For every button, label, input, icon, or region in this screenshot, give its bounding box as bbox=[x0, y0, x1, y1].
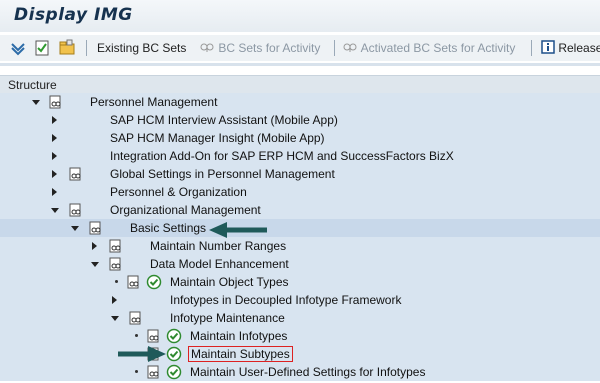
leaf-bullet bbox=[115, 280, 118, 283]
expand-toggle[interactable] bbox=[52, 152, 57, 160]
expand-toggle[interactable] bbox=[51, 208, 59, 213]
tree-node-maintain-subtypes[interactable]: Maintain Subtypes bbox=[0, 345, 600, 363]
leaf-bullet bbox=[135, 370, 138, 373]
document-icon[interactable] bbox=[128, 311, 142, 328]
tree-node-basic-settings[interactable]: Basic Settings bbox=[0, 219, 600, 237]
structure-header-label: Structure bbox=[8, 78, 57, 92]
execute-icon[interactable] bbox=[33, 35, 51, 61]
tree-node-label: SAP HCM Interview Assistant (Mobile App) bbox=[110, 113, 338, 127]
tree-node-maintain-number-ranges[interactable]: Maintain Number Ranges bbox=[0, 237, 600, 255]
title-bar: Display IMG bbox=[0, 0, 600, 32]
tree-node-global-settings[interactable]: Global Settings in Personnel Management bbox=[0, 165, 600, 183]
toolbar-divider bbox=[0, 63, 600, 66]
tree-node-label: Maintain Infotypes bbox=[190, 329, 288, 343]
tree-node-maintain-infotypes[interactable]: Maintain Infotypes bbox=[0, 327, 600, 345]
img-structure-tree: Personnel Management SAP HCM Interview A… bbox=[0, 93, 600, 381]
expand-toggle[interactable] bbox=[32, 100, 40, 105]
tree-node-maintain-object-types[interactable]: Maintain Object Types bbox=[0, 273, 600, 291]
leaf-bullet bbox=[135, 334, 138, 337]
tree-node-infotypes-decoupled-framework[interactable]: Infotypes in Decoupled Infotype Framewor… bbox=[0, 291, 600, 309]
activated-bc-sets-button[interactable]: Activated BC Sets for Activity bbox=[342, 35, 515, 61]
expand-toggle[interactable] bbox=[91, 262, 99, 267]
toolbar-separator bbox=[86, 40, 87, 56]
tree-node-label: Personnel Management bbox=[90, 95, 218, 109]
tree-node-label: Global Settings in Personnel Management bbox=[110, 167, 335, 181]
document-icon[interactable] bbox=[126, 275, 140, 292]
tree-column-header: Structure bbox=[0, 75, 600, 95]
existing-bc-sets-button[interactable]: Existing BC Sets bbox=[97, 35, 186, 61]
document-icon[interactable] bbox=[146, 329, 160, 346]
tree-node-integration-add-on[interactable]: Integration Add-On for SAP ERP HCM and S… bbox=[0, 147, 600, 165]
tree-node-label: SAP HCM Manager Insight (Mobile App) bbox=[110, 131, 325, 145]
tree-node-label: Data Model Enhancement bbox=[150, 257, 289, 271]
tree-node-sap-hcm-manager-insight[interactable]: SAP HCM Manager Insight (Mobile App) bbox=[0, 129, 600, 147]
annotation-arrow-right bbox=[118, 345, 168, 366]
tree-node-label: Maintain User-Defined Settings for Infot… bbox=[190, 365, 426, 379]
info-icon bbox=[541, 40, 558, 57]
tree-node-infotype-maintenance[interactable]: Infotype Maintenance bbox=[0, 309, 600, 327]
bc-set-icon bbox=[342, 43, 361, 57]
document-icon[interactable] bbox=[68, 203, 82, 220]
tree-node-maintain-user-defined-settings[interactable]: Maintain User-Defined Settings for Infot… bbox=[0, 363, 600, 381]
expand-toggle[interactable] bbox=[112, 296, 117, 304]
tree-node-label: Infotype Maintenance bbox=[170, 311, 285, 325]
toolbar-separator bbox=[531, 40, 532, 56]
release-notes-button[interactable]: Release bbox=[541, 35, 600, 61]
document-icon[interactable] bbox=[108, 257, 122, 274]
folder-icon[interactable] bbox=[58, 35, 76, 61]
bc-sets-for-activity-button[interactable]: BC Sets for Activity bbox=[199, 35, 320, 61]
document-icon[interactable] bbox=[146, 365, 160, 382]
window-title: Display IMG bbox=[14, 5, 133, 25]
expand-toggle[interactable] bbox=[52, 188, 57, 196]
tree-node-personnel-organization[interactable]: Personnel & Organization bbox=[0, 183, 600, 201]
tree-node-label: Basic Settings bbox=[130, 221, 207, 235]
tree-node-label: Integration Add-On for SAP ERP HCM and S… bbox=[110, 149, 454, 163]
document-icon[interactable] bbox=[68, 167, 82, 184]
expand-toggle[interactable] bbox=[52, 170, 57, 178]
expand-toggle[interactable] bbox=[111, 316, 119, 321]
document-icon[interactable] bbox=[108, 239, 122, 256]
toolbar-separator bbox=[334, 40, 335, 56]
tree-node-label: Maintain Object Types bbox=[170, 275, 289, 289]
expand-toggle[interactable] bbox=[52, 134, 57, 142]
tree-node-label: Maintain Subtypes bbox=[188, 346, 293, 362]
bc-set-icon bbox=[199, 43, 218, 57]
tree-node-label: Infotypes in Decoupled Infotype Framewor… bbox=[170, 293, 402, 307]
tree-node-sap-hcm-interview-assistant[interactable]: SAP HCM Interview Assistant (Mobile App) bbox=[0, 111, 600, 129]
document-icon[interactable] bbox=[88, 221, 102, 238]
tree-node-organizational-management[interactable]: Organizational Management bbox=[0, 201, 600, 219]
tree-node-label: Organizational Management bbox=[110, 203, 261, 217]
expand-toggle[interactable] bbox=[52, 116, 57, 124]
tree-node-data-model-enhancement[interactable]: Data Model Enhancement bbox=[0, 255, 600, 273]
annotation-arrow-left bbox=[207, 221, 269, 242]
document-icon[interactable] bbox=[48, 95, 62, 112]
choose-icon[interactable] bbox=[10, 35, 26, 61]
application-toolbar: Existing BC Sets BC Sets for Activity Ac… bbox=[0, 35, 600, 61]
expand-toggle[interactable] bbox=[92, 242, 97, 250]
tree-node-personnel-management[interactable]: Personnel Management bbox=[0, 93, 600, 111]
expand-toggle[interactable] bbox=[71, 226, 79, 231]
activity-check-icon[interactable] bbox=[166, 364, 182, 383]
tree-node-label: Personnel & Organization bbox=[110, 185, 247, 199]
